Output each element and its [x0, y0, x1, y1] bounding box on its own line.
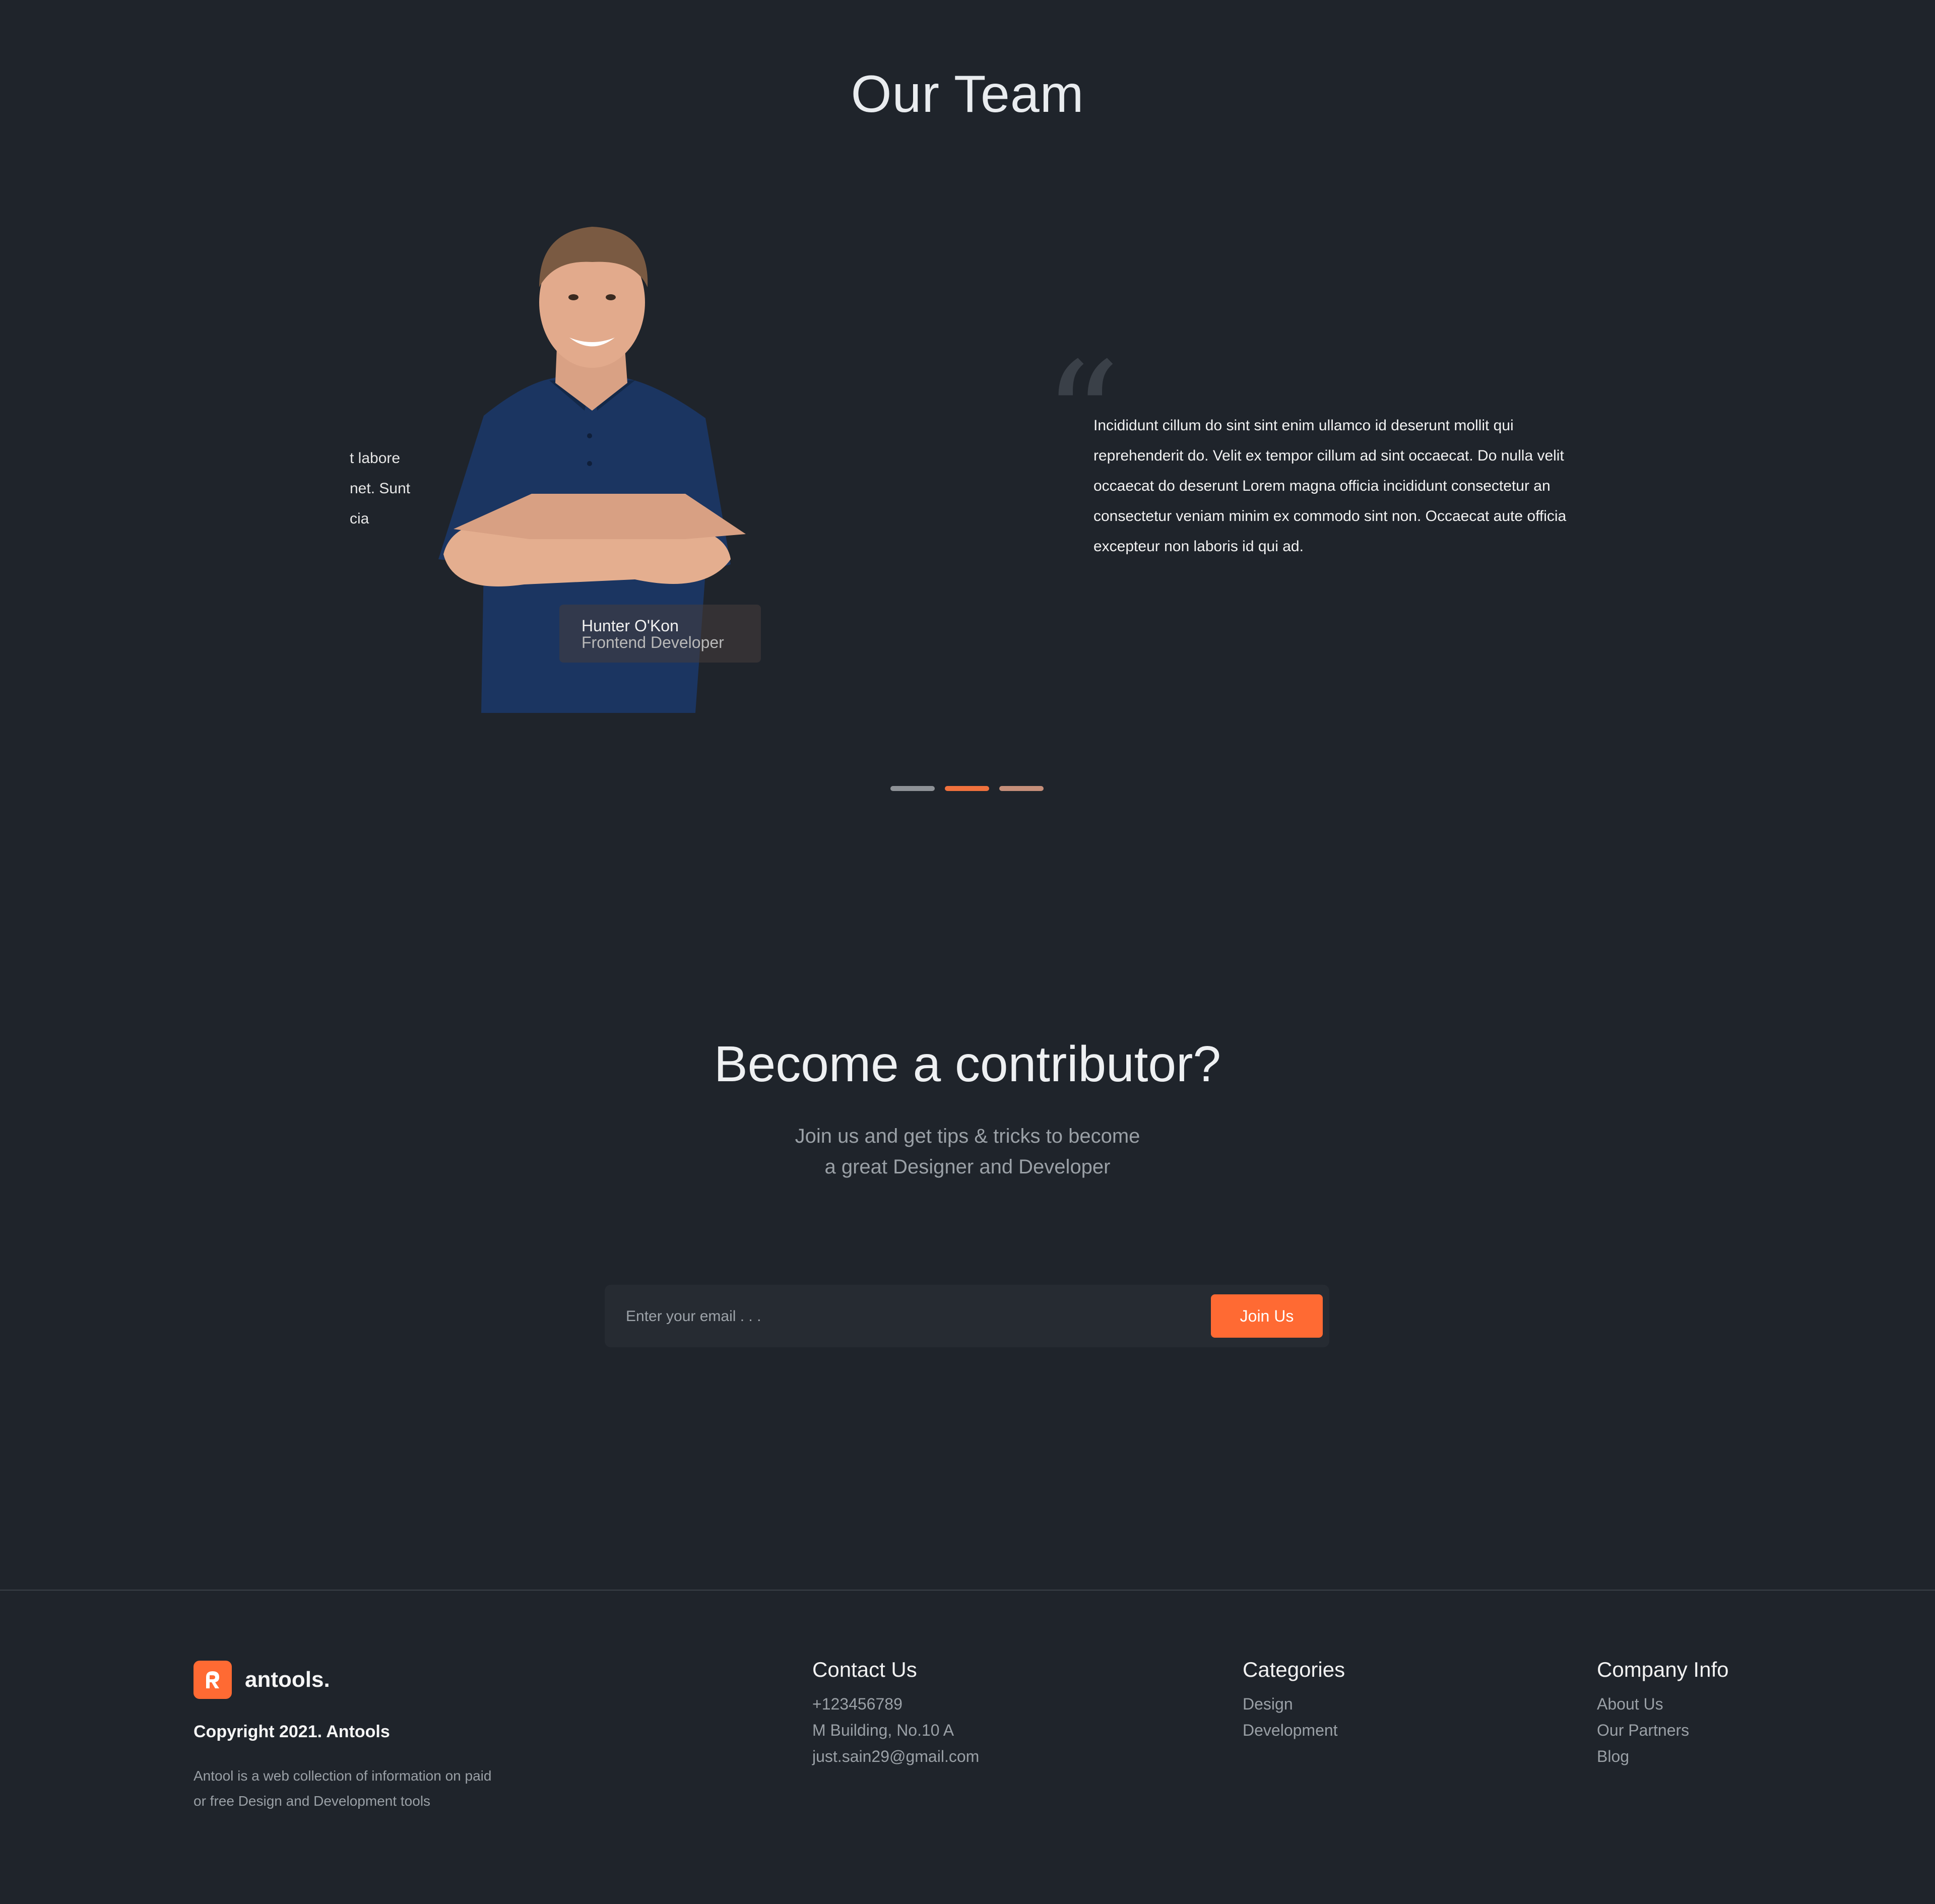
footer-divider [0, 1590, 1935, 1591]
contributor-subtitle: Join us and get tips & tricks to become … [0, 1121, 1935, 1183]
brand-name: antools. [245, 1667, 330, 1692]
footer-link-our-partners[interactable]: Our Partners [1597, 1717, 1728, 1743]
footer-about: Antool is a web collection of informatio… [194, 1763, 556, 1814]
footer-column-contact: Contact Us +123456789 M Building, No.10 … [812, 1658, 979, 1769]
footer-column-title: Categories [1243, 1658, 1345, 1681]
antools-logo-icon [194, 1661, 232, 1699]
footer-column-title: Contact Us [812, 1658, 917, 1681]
quote-line: excepteur non laboris id qui ad. [1093, 538, 1304, 555]
slider-pagination [890, 786, 1044, 791]
previous-slide-fragment: t labore net. Sunt cia [350, 443, 420, 534]
contact-email[interactable]: just.sain29@gmail.com [812, 1743, 979, 1769]
member-role: Frontend Developer [582, 633, 724, 651]
slider-dot[interactable] [999, 786, 1044, 791]
footer-column-title: Company Info [1597, 1658, 1729, 1681]
join-us-button[interactable]: Join Us [1211, 1294, 1323, 1338]
previous-slide-text-line: t labore [350, 450, 401, 467]
section-title-our-team: Our Team [851, 65, 1084, 123]
contributor-title: Become a contributor? [714, 1036, 1221, 1092]
slider-dot-active[interactable] [945, 786, 989, 791]
footer-column-categories: Categories Design Development [1243, 1658, 1345, 1743]
footer-about-line: or free Design and Development tools [194, 1793, 431, 1809]
footer-column-company: Company Info About Us Our Partners Blog [1597, 1658, 1728, 1769]
previous-slide-text-line: cia [350, 510, 369, 527]
quote-line: Incididunt cillum do sint sint enim ulla… [1093, 417, 1514, 434]
quote-line: reprehenderit do. Velit ex tempor cillum… [1093, 447, 1564, 464]
team-member-card: Hunter O'Kon Frontend Developer [423, 212, 766, 713]
footer-brand[interactable]: antools. [194, 1661, 330, 1699]
member-caption: Hunter O'Kon Frontend Developer [559, 605, 761, 663]
footer-link-design[interactable]: Design [1243, 1691, 1345, 1717]
testimonial-quote: Incididunt cillum do sint sint enim ulla… [1093, 411, 1587, 562]
footer-link-about-us[interactable]: About Us [1597, 1691, 1728, 1717]
footer-link-blog[interactable]: Blog [1597, 1743, 1728, 1769]
subscribe-form: Join Us [605, 1285, 1329, 1347]
contact-phone[interactable]: +123456789 [812, 1691, 979, 1717]
copyright-text: Copyright 2021. Antools [194, 1722, 390, 1741]
footer-about-line: Antool is a web collection of informatio… [194, 1768, 492, 1784]
contact-address: M Building, No.10 A [812, 1721, 954, 1739]
contributor-subtitle-line: Join us and get tips & tricks to become [795, 1125, 1140, 1147]
contributor-subtitle-line: a great Designer and Developer [824, 1156, 1111, 1178]
quote-line: occaecat do deserunt Lorem magna officia… [1093, 478, 1551, 494]
previous-slide-text-line: net. Sunt [350, 480, 411, 497]
quote-line: consectetur veniam minim ex commodo sint… [1093, 508, 1567, 524]
member-name: Hunter O'Kon [582, 617, 679, 635]
slider-dot[interactable] [890, 786, 935, 791]
email-input[interactable] [625, 1300, 1181, 1333]
footer-link-development[interactable]: Development [1243, 1717, 1345, 1743]
